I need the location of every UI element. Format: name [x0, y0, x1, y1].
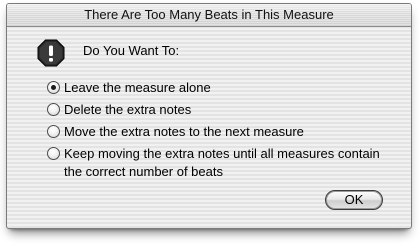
- ok-button[interactable]: OK: [325, 190, 383, 210]
- window-title: There Are Too Many Beats in This Measure: [84, 7, 334, 22]
- option-label: Delete the extra notes: [64, 102, 192, 117]
- option-label: Move the extra notes to the next measure: [64, 124, 304, 139]
- option-delete-extra[interactable]: Delete the extra notes: [47, 101, 397, 119]
- option-leave-measure[interactable]: Leave the measure alone: [47, 79, 397, 97]
- options-radio-group: Leave the measure alone Delete the extra…: [47, 79, 397, 185]
- title-bar[interactable]: There Are Too Many Beats in This Measure: [7, 4, 411, 27]
- stop-alert-icon: [37, 39, 65, 67]
- radio-button[interactable]: [47, 103, 60, 116]
- option-keep-moving[interactable]: Keep moving the extra notes until all me…: [47, 145, 397, 181]
- option-move-next[interactable]: Move the extra notes to the next measure: [47, 123, 397, 141]
- radio-button-selected[interactable]: [47, 81, 60, 94]
- radio-button[interactable]: [47, 125, 60, 138]
- alert-dialog: There Are Too Many Beats in This Measure…: [6, 3, 412, 229]
- radio-button[interactable]: [47, 147, 60, 160]
- option-label: Leave the measure alone: [64, 80, 211, 95]
- option-label: Keep moving the extra notes until all me…: [64, 146, 380, 179]
- dialog-heading: Do You Want To:: [83, 43, 180, 58]
